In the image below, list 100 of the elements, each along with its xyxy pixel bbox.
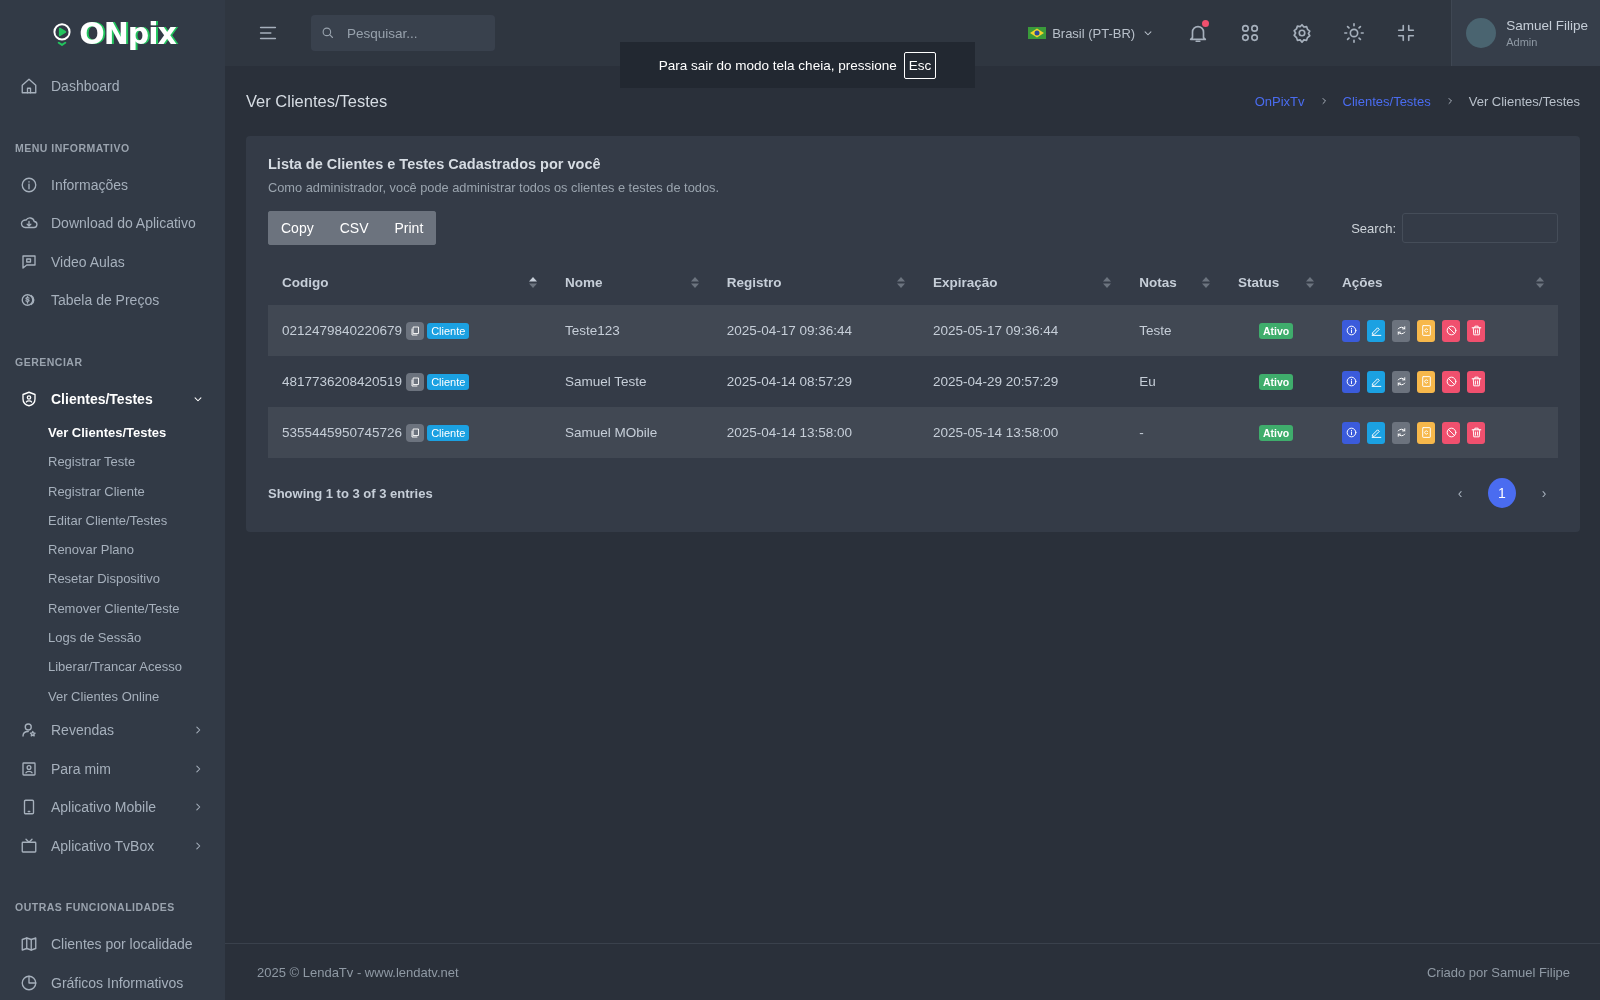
refresh-button[interactable] bbox=[1392, 370, 1410, 393]
page-button[interactable]: 1 bbox=[1488, 478, 1516, 508]
breadcrumb-link[interactable]: Clientes/Testes bbox=[1342, 93, 1431, 109]
client-code: 4817736208420519 bbox=[282, 373, 403, 389]
sidebar-subitem[interactable]: Registrar Teste bbox=[0, 447, 225, 477]
sidebar-item[interactable]: Tabela de Preços bbox=[0, 281, 225, 320]
sidebar-item[interactable]: Aplicativo TvBox bbox=[0, 826, 225, 865]
sidebar-subitem[interactable]: Registrar Cliente bbox=[0, 476, 225, 506]
sidebar-item[interactable]: Para mim bbox=[0, 749, 225, 788]
renew-icon bbox=[1419, 375, 1433, 388]
sidebar-item[interactable]: Informações bbox=[0, 165, 225, 204]
edit-button[interactable] bbox=[1367, 319, 1385, 342]
next-page-button[interactable]: › bbox=[1530, 478, 1558, 508]
renew-button[interactable] bbox=[1417, 319, 1435, 342]
client-code: 0212479840220679 bbox=[282, 322, 403, 338]
refresh-button[interactable] bbox=[1392, 319, 1410, 342]
sidebar-item[interactable]: Clientes/Testes bbox=[0, 379, 225, 418]
sort-icon bbox=[1536, 276, 1544, 288]
sidebar-subitem[interactable]: Resetar Dispositivo bbox=[0, 564, 225, 594]
copy-button[interactable] bbox=[406, 372, 425, 391]
delete-button[interactable] bbox=[1467, 421, 1485, 444]
renew-icon bbox=[1419, 324, 1433, 337]
client-code: 5355445950745726 bbox=[282, 424, 403, 440]
copy-button[interactable] bbox=[406, 321, 425, 340]
column-header[interactable]: Status bbox=[1224, 259, 1328, 305]
breadcrumb-link[interactable]: OnPixTv bbox=[1254, 93, 1305, 109]
column-header[interactable]: Registro bbox=[712, 259, 919, 305]
map-icon bbox=[20, 935, 38, 954]
info-button[interactable] bbox=[1342, 319, 1360, 342]
block-button[interactable] bbox=[1442, 421, 1460, 444]
sidebar-item[interactable]: Revendas bbox=[0, 710, 225, 750]
sidebar-subitem[interactable]: Editar Cliente/Testes bbox=[0, 505, 225, 536]
avatar bbox=[1466, 18, 1497, 48]
info-button[interactable] bbox=[1342, 370, 1360, 393]
sidebar-item[interactable]: Dashboard bbox=[0, 67, 225, 106]
copy-icon bbox=[409, 426, 422, 439]
delete-button[interactable] bbox=[1467, 370, 1485, 393]
table-cell: 2025-04-14 13:58:00 bbox=[712, 407, 919, 458]
sun-icon bbox=[1343, 22, 1366, 44]
delete-icon bbox=[1469, 426, 1483, 439]
status-badge: Ativo bbox=[1258, 373, 1294, 390]
sort-icon bbox=[1103, 276, 1112, 288]
logo: ONpix bbox=[0, 0, 225, 66]
copy-button[interactable] bbox=[406, 423, 425, 442]
menu-section-heading: OUTRAS FUNCIONALIDADES bbox=[14, 900, 176, 913]
delete-button[interactable] bbox=[1467, 319, 1485, 342]
sort-icon bbox=[690, 276, 699, 288]
table-cell: Teste123 bbox=[551, 305, 713, 356]
sidebar-subitem[interactable]: Ver Clientes/Testes bbox=[0, 418, 225, 448]
page-title: Ver Clientes/Testes bbox=[246, 91, 388, 111]
client-tag: Cliente bbox=[427, 424, 470, 441]
language-selector[interactable]: Brasil (PT-BR) bbox=[1028, 25, 1156, 41]
column-header[interactable]: Codigo bbox=[268, 259, 551, 305]
sidebar-subitem[interactable]: Remover Cliente/Teste bbox=[0, 593, 225, 624]
table-cell: 2025-05-17 09:36:44 bbox=[919, 305, 1126, 356]
column-header[interactable]: Nome bbox=[551, 259, 713, 305]
flag-icon bbox=[1028, 27, 1047, 39]
table-cell: Samuel MObile bbox=[551, 407, 713, 458]
edit-button[interactable] bbox=[1367, 370, 1385, 393]
sidebar-item[interactable]: Gráficos Informativos bbox=[0, 963, 225, 1000]
block-button[interactable] bbox=[1442, 370, 1460, 393]
search-field[interactable]: Pesquisar... bbox=[311, 15, 495, 51]
block-button[interactable] bbox=[1442, 319, 1460, 342]
copy-icon bbox=[409, 324, 422, 337]
column-header[interactable]: Ações bbox=[1328, 259, 1558, 305]
table-cell: 2025-05-14 13:58:00 bbox=[919, 407, 1126, 458]
table-cell: 2025-04-14 08:57:29 bbox=[712, 356, 919, 407]
breadcrumb-current: Ver Clientes/Testes bbox=[1468, 93, 1580, 109]
info-icon bbox=[20, 175, 38, 194]
key-label: Esc bbox=[903, 51, 937, 79]
user-star-icon bbox=[20, 721, 38, 740]
notice-text: Para sair do modo tela cheia, pressione bbox=[658, 57, 897, 73]
status-badge: Ativo bbox=[1258, 322, 1294, 339]
edit-icon bbox=[1369, 324, 1383, 337]
column-header[interactable]: Expiração bbox=[919, 259, 1126, 305]
user-role: Admin bbox=[1506, 36, 1539, 48]
info-button[interactable] bbox=[1342, 421, 1360, 444]
column-header[interactable]: Notas bbox=[1125, 259, 1225, 305]
renew-button[interactable] bbox=[1417, 370, 1435, 393]
block-icon bbox=[1444, 426, 1458, 439]
sidebar-subitem[interactable]: Renovar Plano bbox=[0, 535, 225, 565]
sidebar-item[interactable]: Download do Aplicativo bbox=[0, 204, 225, 243]
sidebar-subitem[interactable]: Ver Clientes Online bbox=[0, 681, 225, 711]
previous-page-button[interactable]: ‹ bbox=[1446, 478, 1474, 508]
chat-icon bbox=[20, 252, 38, 271]
edit-icon bbox=[1369, 426, 1383, 439]
menu-section-heading: MENU INFORMATIVO bbox=[14, 141, 131, 154]
info-icon bbox=[1344, 324, 1358, 337]
tv-icon bbox=[20, 836, 38, 855]
sidebar-subitem[interactable]: Logs de Sessão bbox=[0, 623, 225, 653]
edit-button[interactable] bbox=[1367, 421, 1385, 444]
sidebar-item[interactable]: Video Aulas bbox=[0, 242, 225, 281]
user-menu[interactable]: Samuel Filipe Admin bbox=[1451, 0, 1600, 66]
sidebar-item[interactable]: Clientes por localidade bbox=[0, 924, 225, 964]
block-icon bbox=[1444, 375, 1458, 388]
renew-button[interactable] bbox=[1417, 421, 1435, 444]
sidebar-item[interactable]: Aplicativo Mobile bbox=[0, 787, 225, 827]
refresh-button[interactable] bbox=[1392, 421, 1410, 444]
sidebar-subitem[interactable]: Liberar/Trancar Acesso bbox=[0, 652, 225, 682]
status-badge: Ativo bbox=[1258, 424, 1294, 441]
